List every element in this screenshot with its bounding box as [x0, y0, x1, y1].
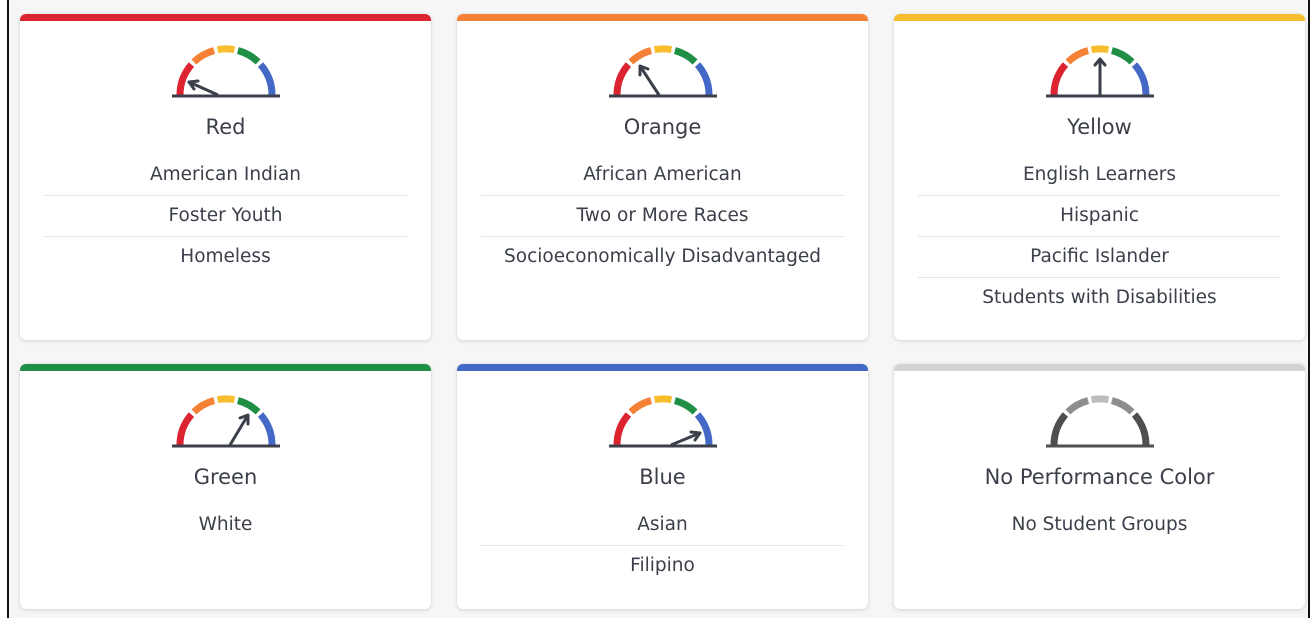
list-item: Two or More Races — [481, 196, 844, 237]
card-blue-title: Blue — [639, 465, 686, 489]
card-green-group-list: White — [44, 505, 407, 545]
no-color-gauge-icon — [1045, 395, 1154, 448]
card-orange-title: Orange — [623, 115, 702, 139]
card-orange-group-list: African American Two or More Races Socio… — [481, 155, 844, 277]
list-item: Homeless — [180, 246, 271, 267]
card-green-title: Green — [193, 465, 258, 489]
card-green: Green White — [20, 364, 431, 609]
blue-gauge-icon — [608, 395, 717, 448]
list-item: African American — [481, 155, 844, 196]
list-item: Hispanic — [918, 196, 1281, 237]
card-orange: Orange African American Two or More Race… — [457, 14, 868, 340]
list-item: Filipino — [630, 555, 695, 576]
list-item: Students with Disabilities — [982, 287, 1217, 308]
card-yellow-title: Yellow — [1067, 115, 1132, 139]
card-red: Red American Indian Foster Youth Homeles… — [20, 14, 431, 340]
card-blue: Blue Asian Filipino — [457, 364, 868, 609]
orange-gauge-icon — [608, 45, 717, 98]
list-item: English Learners — [918, 155, 1281, 196]
card-yellow-group-list: English Learners Hispanic Pacific Island… — [918, 155, 1281, 318]
card-no-color: No Performance Color No Student Groups — [894, 364, 1305, 609]
list-item: Pacific Islander — [918, 237, 1281, 278]
card-yellow: Yellow English Learners Hispanic Pacific… — [894, 14, 1305, 340]
green-gauge-icon — [171, 395, 280, 448]
list-item: American Indian — [44, 155, 407, 196]
red-gauge-icon — [171, 45, 280, 98]
card-yellow-topbar — [894, 14, 1305, 21]
card-red-group-list: American Indian Foster Youth Homeless — [44, 155, 407, 277]
yellow-gauge-icon — [1045, 45, 1154, 98]
list-item: Socioeconomically Disadvantaged — [504, 246, 821, 267]
list-item: No Student Groups — [1011, 514, 1188, 535]
card-no-color-title: No Performance Color — [984, 465, 1215, 489]
card-no-color-topbar — [894, 364, 1305, 371]
performance-levels-panel: Red American Indian Foster Youth Homeles… — [7, 0, 1310, 618]
card-no-color-group-list: No Student Groups — [918, 505, 1281, 545]
card-blue-group-list: Asian Filipino — [481, 505, 844, 586]
card-red-topbar — [20, 14, 431, 21]
list-item: White — [198, 514, 253, 535]
card-orange-topbar — [457, 14, 868, 21]
card-blue-topbar — [457, 364, 868, 371]
card-red-title: Red — [205, 115, 246, 139]
list-item: Foster Youth — [44, 196, 407, 237]
card-green-topbar — [20, 364, 431, 371]
list-item: Asian — [481, 505, 844, 546]
